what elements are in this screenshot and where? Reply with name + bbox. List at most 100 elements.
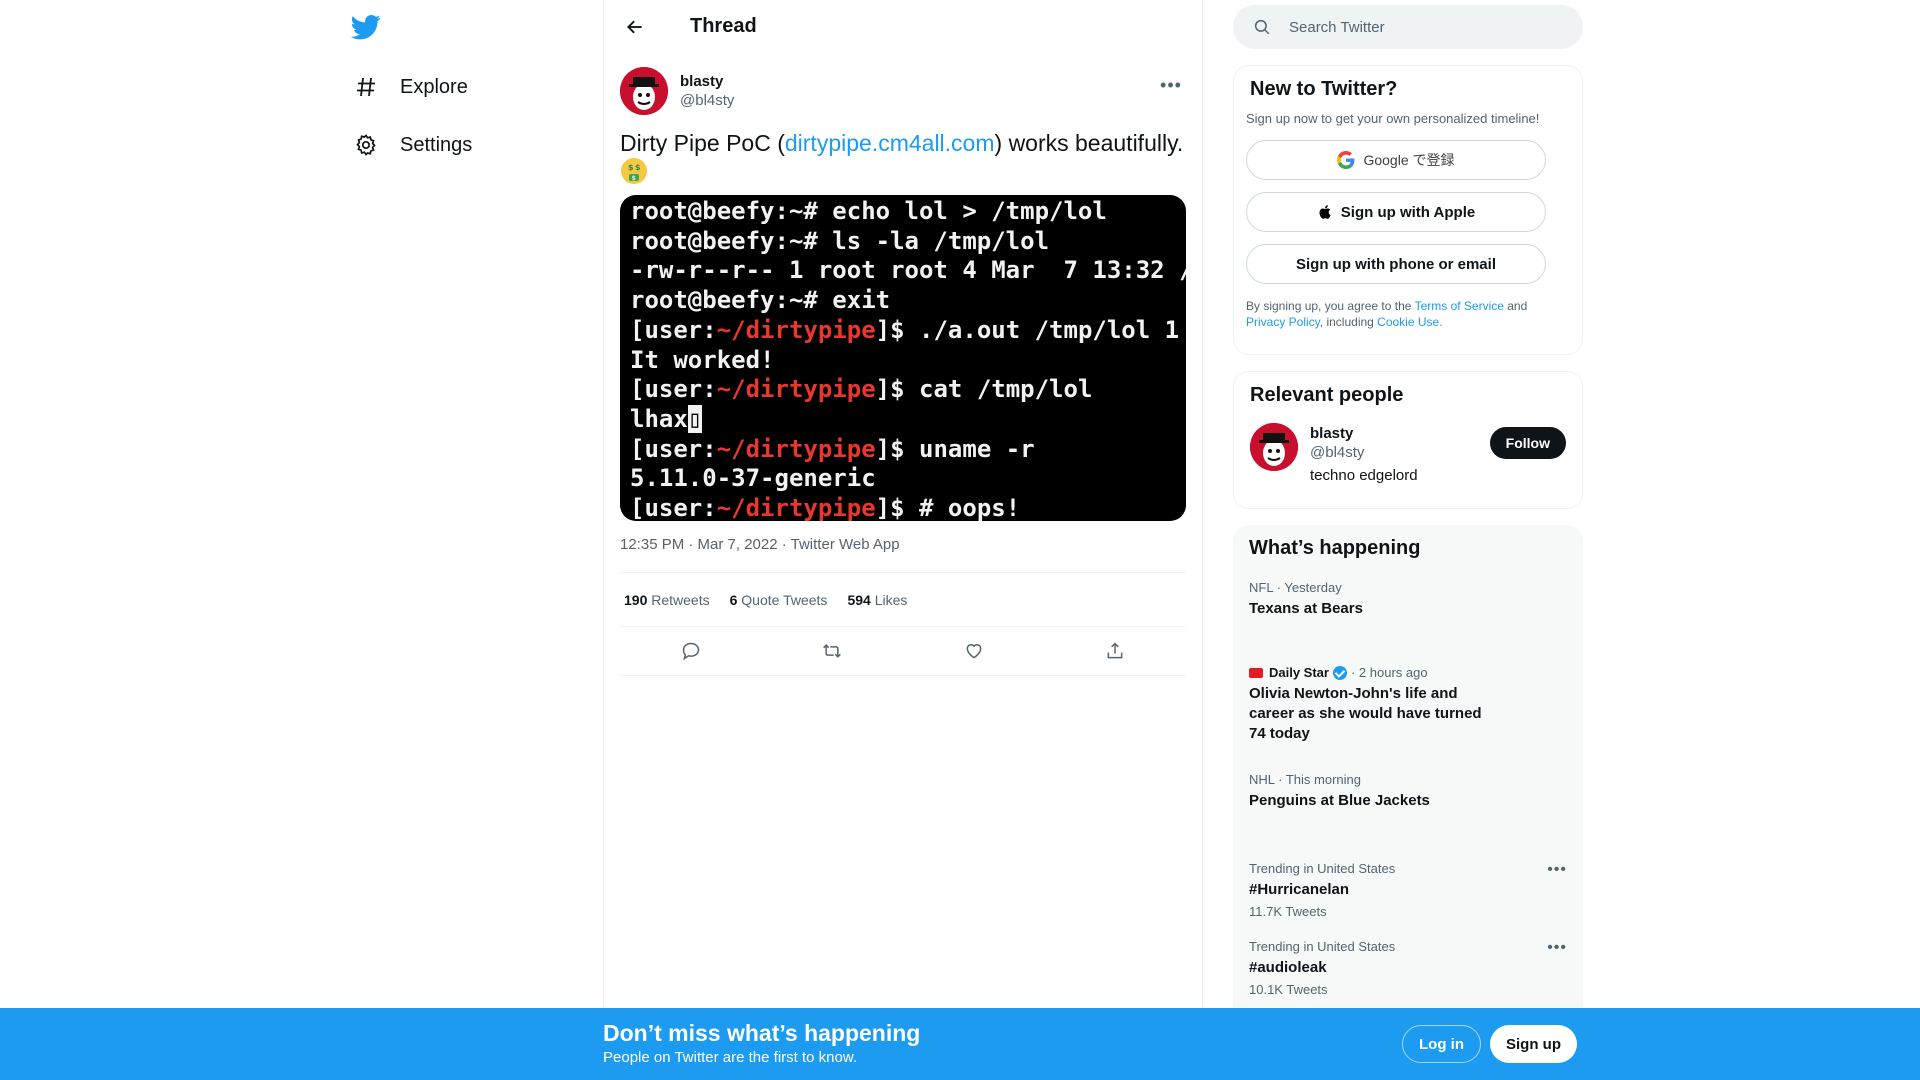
search-box[interactable] xyxy=(1233,5,1583,49)
verified-badge-icon xyxy=(1332,665,1347,680)
trend-item[interactable]: Daily Star · 2 hours ago Olivia Newton-J… xyxy=(1233,665,1583,744)
apple-signup-button[interactable]: Sign up with Apple xyxy=(1246,192,1546,232)
terms-link[interactable]: Terms of Service xyxy=(1415,299,1504,313)
trend-meta: NFL · Yesterday xyxy=(1249,580,1342,595)
svg-text:$: $ xyxy=(635,163,641,172)
phone-signup-label: Sign up with phone or email xyxy=(1295,255,1496,273)
terminal-line: [user:~/dirtypipe]$ cat /tmp/lol xyxy=(630,375,1093,404)
nav-explore-label: Explore xyxy=(400,75,468,98)
terminal-line: root@beefy:~# exit xyxy=(630,286,891,315)
cookie-link[interactable]: Cookie Use. xyxy=(1377,315,1442,329)
right-sidebar: New to Twitter? Sign up now to get your … xyxy=(1233,0,1583,1025)
trend-meta: Trending in United States xyxy=(1249,939,1396,954)
trend-source: Daily Star xyxy=(1269,665,1329,680)
relevant-people-title: Relevant people xyxy=(1250,384,1404,406)
money-mouth-face-icon: $ $ $ xyxy=(620,157,648,185)
back-button[interactable] xyxy=(620,12,650,42)
divider xyxy=(620,675,1186,676)
apple-icon xyxy=(1317,203,1333,221)
retweet-icon xyxy=(823,644,842,658)
apple-signup-label: Sign up with Apple xyxy=(1340,203,1476,221)
nav-explore[interactable]: Explore xyxy=(353,67,468,107)
author-handle[interactable]: @bl4sty xyxy=(680,92,734,109)
person-item[interactable]: blasty @bl4sty techno edgelord Follow xyxy=(1234,407,1582,484)
tweet-text: Dirty Pipe PoC (dirtypipe.cm4all.com) wo… xyxy=(620,129,1186,185)
retweet-button[interactable] xyxy=(815,634,849,668)
tweet-link[interactable]: dirtypipe.cm4all.com xyxy=(785,130,995,156)
terminal-line: -rw-r--r-- 1 root root 4 Mar 7 13:32 /tm… xyxy=(630,256,1186,285)
trend-title: #Hurricanelan xyxy=(1249,881,1350,898)
terminal-line: 5.11.0-37-generic xyxy=(630,464,876,493)
legal-text: By signing up, you agree to the Terms of… xyxy=(1246,299,1528,329)
person-bio: techno edgelord xyxy=(1310,467,1418,484)
whats-happening-title: What’s happening xyxy=(1249,537,1421,559)
trend-item[interactable]: Trending in United States #Hurricanelan … xyxy=(1233,861,1583,919)
avatar[interactable] xyxy=(1250,423,1298,471)
trend-title: Texans at Bears xyxy=(1249,600,1363,617)
retweets-stat[interactable]: 190 Retweets xyxy=(624,592,710,608)
phone-email-signup-button[interactable]: Sign up with phone or email xyxy=(1246,244,1546,284)
more-options-button[interactable]: ••• xyxy=(1156,73,1186,97)
bottom-bar-subtitle: People on Twitter are the first to know. xyxy=(603,1049,858,1066)
login-button[interactable]: Log in xyxy=(1402,1025,1481,1063)
tweet-timestamp[interactable]: 12:35 PM · Mar 7, 2022 · Twitter Web App xyxy=(620,536,1186,556)
twitter-logo-icon[interactable] xyxy=(350,12,381,42)
more-dots-icon: ••• xyxy=(1160,74,1182,95)
share-button[interactable] xyxy=(1098,634,1132,668)
likes-stat[interactable]: 594 Likes xyxy=(847,592,907,608)
trend-item[interactable]: Trending in United States #audioleak 10.… xyxy=(1233,939,1583,997)
reply-button[interactable] xyxy=(674,634,708,668)
thread-header: Thread xyxy=(604,0,1202,53)
like-button[interactable] xyxy=(957,634,991,668)
author-name[interactable]: blasty xyxy=(680,73,734,90)
heart-icon xyxy=(966,644,982,659)
tweet-image-terminal[interactable]: root@beefy:~# echo lol > /tmp/lol root@be… xyxy=(620,195,1186,521)
tweet-text-after: ) works beautifully. xyxy=(994,130,1184,156)
new-to-twitter-card: New to Twitter? Sign up now to get your … xyxy=(1233,65,1583,355)
page-title: Thread xyxy=(690,15,757,37)
nav-settings-label: Settings xyxy=(400,133,473,156)
follow-button[interactable]: Follow xyxy=(1489,427,1566,459)
new-to-twitter-title: New to Twitter? xyxy=(1250,78,1398,100)
terminal-cursor: ▯ xyxy=(687,404,703,433)
bottom-signup-bar: Don’t miss what’s happening People on Tw… xyxy=(0,1008,1920,1080)
trend-time: · 2 hours ago xyxy=(1350,665,1428,680)
trend-meta: Trending in United States xyxy=(1249,861,1396,876)
more-dots-icon: ••• xyxy=(1547,939,1567,956)
google-signup-label: Google で登録 xyxy=(1363,152,1455,168)
relevant-people-card: Relevant people blasty @bl4sty techno ed… xyxy=(1233,371,1583,509)
quote-tweets-stat[interactable]: 6 Quote Tweets xyxy=(730,592,828,608)
gear-icon xyxy=(353,132,379,158)
person-name[interactable]: blasty xyxy=(1310,425,1418,442)
main-column: Thread blasty @bl4sty ••• Dirty Pipe PoC… xyxy=(603,0,1203,1080)
trend-title: #audioleak xyxy=(1249,959,1327,976)
tweet-actions xyxy=(620,627,1186,675)
trend-count: 10.1K Tweets xyxy=(1249,982,1328,997)
tweet-text-before: Dirty Pipe PoC ( xyxy=(620,130,785,156)
tweet: blasty @bl4sty ••• Dirty Pipe PoC (dirty… xyxy=(604,63,1202,676)
signup-button[interactable]: Sign up xyxy=(1490,1025,1577,1063)
trend-title: Olivia Newton-John's life and career as … xyxy=(1249,685,1482,742)
terminal-line: [user:~/dirtypipe]$ uname -r xyxy=(630,434,1035,463)
trend-more-button[interactable]: ••• xyxy=(1547,861,1567,879)
nav-settings[interactable]: Settings xyxy=(353,125,472,165)
new-to-twitter-subtitle: Sign up now to get your own personalized… xyxy=(1246,111,1540,126)
privacy-link[interactable]: Privacy Policy xyxy=(1246,315,1320,329)
terminal-line: It worked! xyxy=(630,345,775,374)
search-input[interactable] xyxy=(1289,18,1559,36)
bottom-bar-title: Don’t miss what’s happening xyxy=(603,1020,921,1046)
avatar[interactable] xyxy=(620,67,668,115)
trend-meta: Daily Star · 2 hours ago xyxy=(1249,665,1487,680)
arrow-left-icon xyxy=(627,20,642,33)
whats-happening-card: What’s happening NFL · Yesterday Texans … xyxy=(1233,525,1583,1025)
trend-item[interactable]: NFL · Yesterday Texans at Bears xyxy=(1233,580,1583,619)
terminal-line: lhax▯ xyxy=(630,404,703,433)
person-handle[interactable]: @bl4sty xyxy=(1310,444,1418,461)
trend-more-button[interactable]: ••• xyxy=(1547,939,1567,957)
search-icon xyxy=(1254,19,1270,35)
terminal-line: root@beefy:~# echo lol > /tmp/lol xyxy=(630,197,1107,225)
trend-item[interactable]: NHL · This morning Penguins at Blue Jack… xyxy=(1233,772,1583,811)
trend-meta: NHL · This morning xyxy=(1249,772,1361,787)
google-signup-button[interactable]: Google で登録 xyxy=(1246,140,1546,180)
more-dots-icon: ••• xyxy=(1547,861,1567,878)
